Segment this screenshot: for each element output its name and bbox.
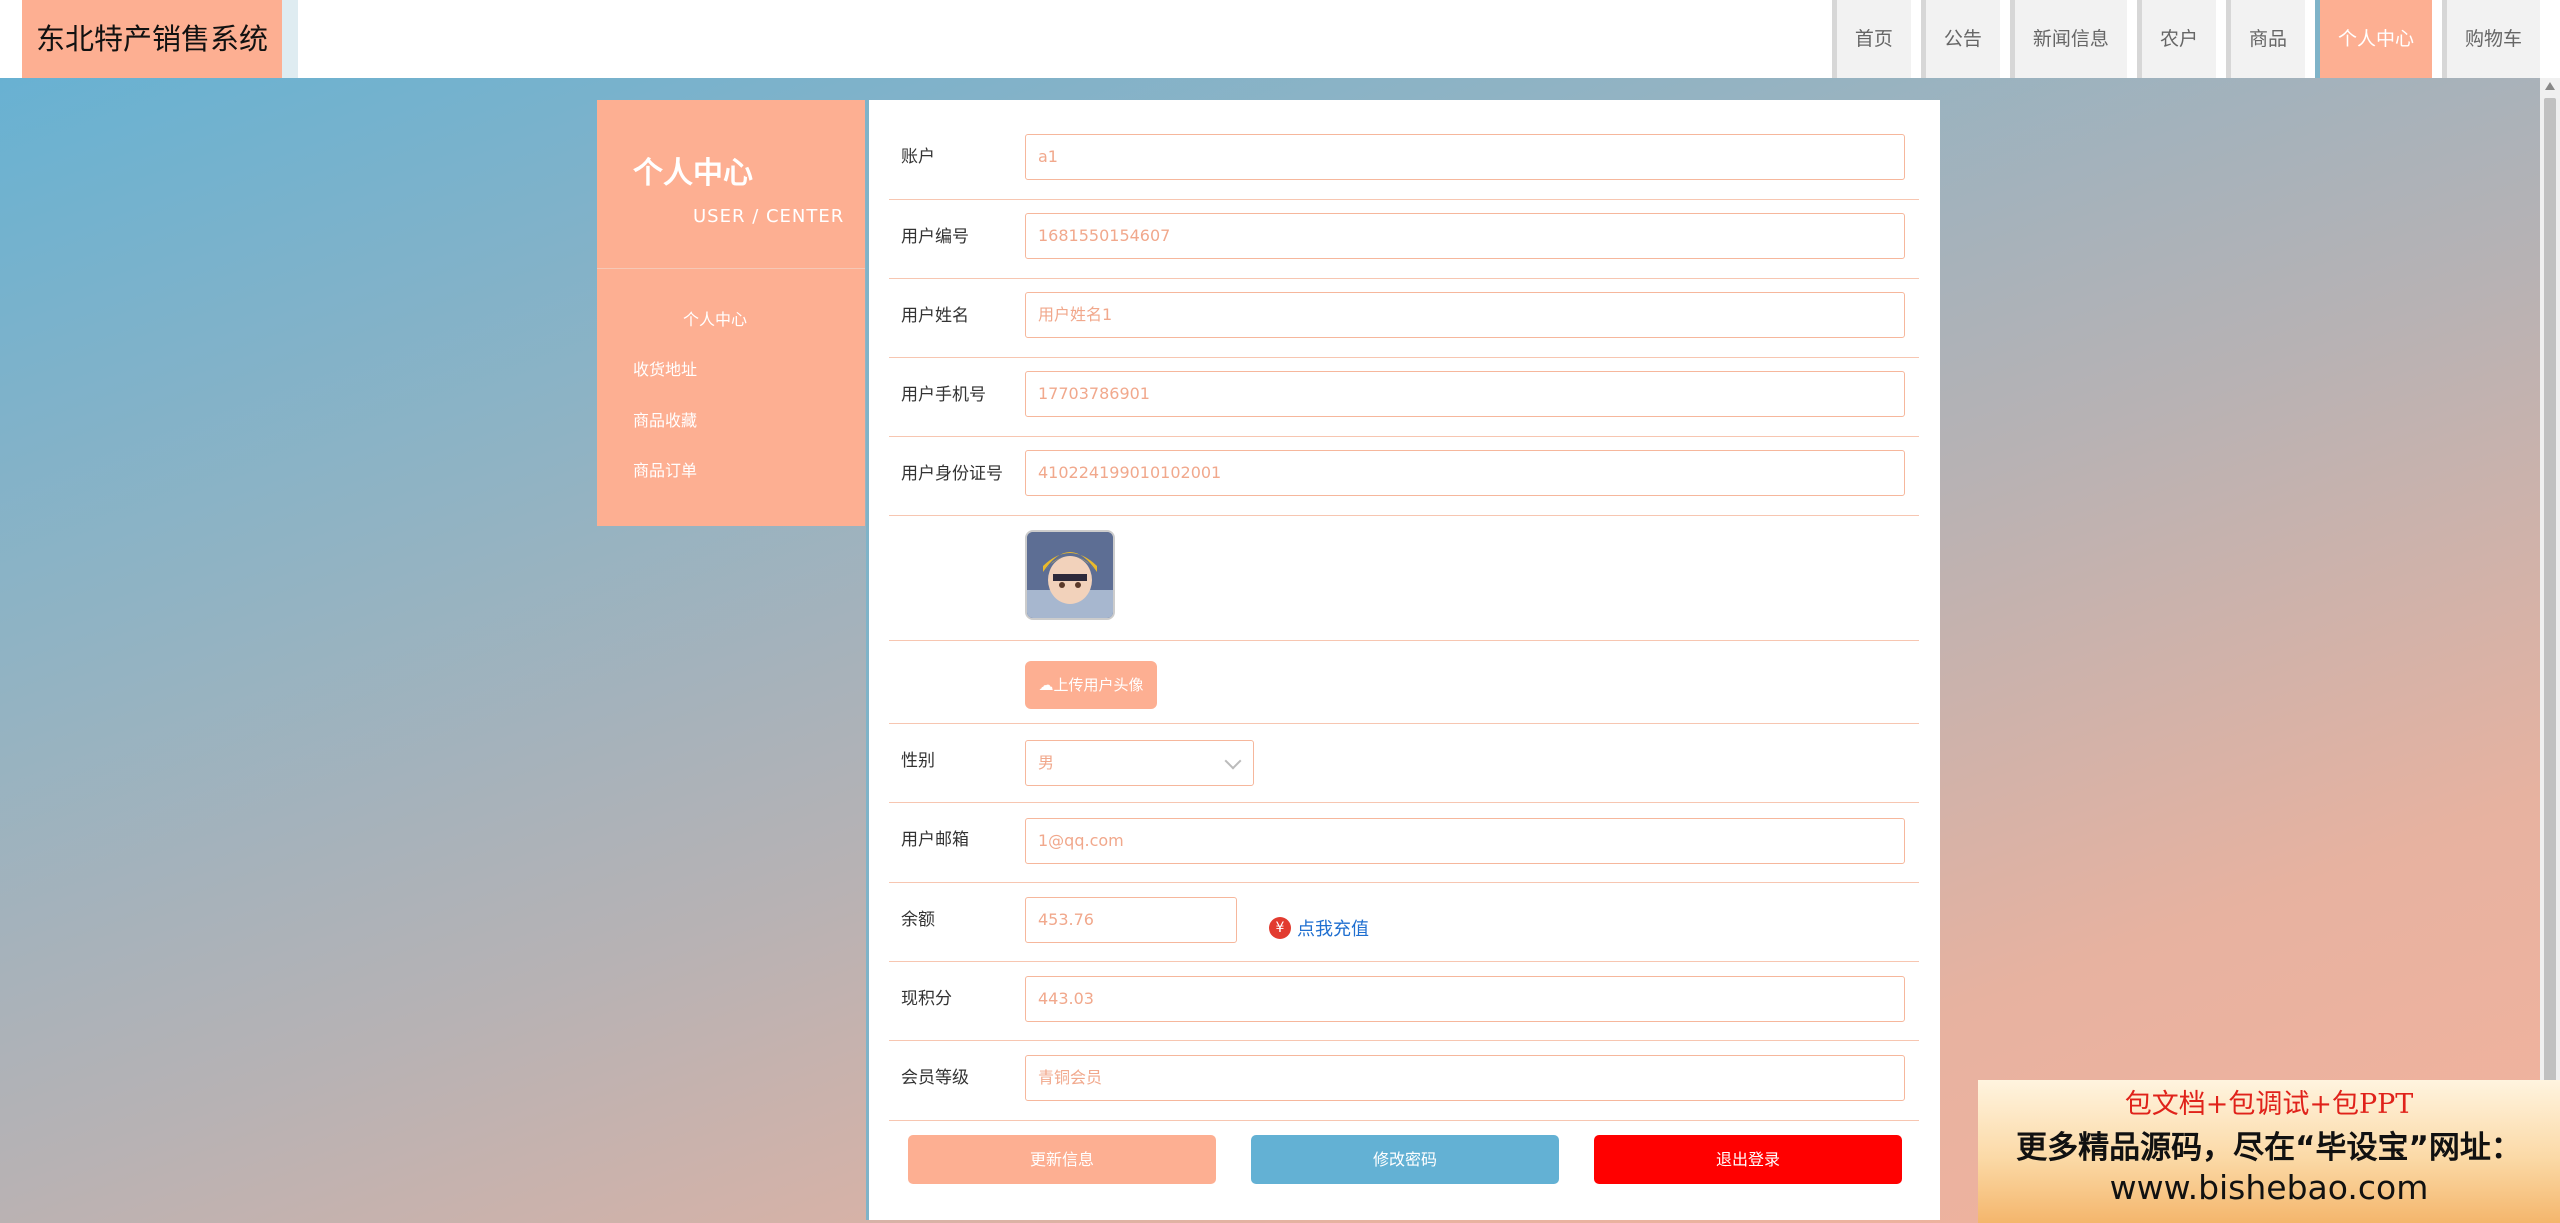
brand-divider (282, 0, 298, 78)
user-avatar (1025, 530, 1115, 620)
gender-value: 男 (1038, 753, 1055, 772)
form-row-balance: 余额 453.76 ¥ 点我充值 (889, 883, 1919, 962)
level-label: 会员等级 (901, 1068, 969, 1088)
avatar-image (1027, 532, 1113, 618)
user-no-label: 用户编号 (901, 227, 969, 247)
form-row-avatar (889, 516, 1919, 641)
page-scrollbar[interactable] (2540, 78, 2560, 1223)
upload-avatar-button[interactable]: ☁上传用户头像 (1025, 661, 1157, 709)
sidebar-divider (597, 268, 865, 269)
account-label: 账户 (901, 147, 935, 167)
nav-goods[interactable]: 商品 (2225, 0, 2305, 78)
form-row-email: 用户邮箱 1@qq.com (889, 803, 1919, 883)
user-sidebar: 个人中心 USER / CENTER 个人中心 收货地址 商品收藏 商品订单 (597, 100, 865, 526)
user-name-label: 用户姓名 (901, 306, 969, 326)
ad-line-services: 包文档+包调试+包PPT (2124, 1089, 2414, 1120)
nav-news[interactable]: 新闻信息 (2009, 0, 2127, 78)
ad-line-promo: 更多精品源码，尽在“毕设宝”网址： (2016, 1130, 2522, 1166)
id-card-label: 用户身份证号 (901, 464, 1003, 484)
user-name-field[interactable]: 用户姓名1 (1025, 292, 1905, 338)
site-brand[interactable]: 东北特产销售系统 (22, 0, 282, 78)
form-row-level: 会员等级 青铜会员 (889, 1041, 1919, 1121)
ad-line-url: www.bishebao.com (2109, 1168, 2429, 1207)
form-row-user-no: 用户编号 1681550154607 (889, 200, 1919, 279)
recharge-link[interactable]: ¥ 点我充值 (1269, 915, 1369, 941)
yen-icon: ¥ (1269, 917, 1291, 939)
gender-select[interactable]: 男 (1025, 740, 1254, 786)
nav-notice[interactable]: 公告 (1920, 0, 2000, 78)
nav-farmer[interactable]: 农户 (2136, 0, 2216, 78)
form-row-upload: ☁上传用户头像 (889, 641, 1919, 724)
form-row-account: 账户 a1 (889, 120, 1919, 200)
account-field[interactable]: a1 (1025, 134, 1905, 180)
form-row-user-name: 用户姓名 用户姓名1 (889, 279, 1919, 358)
cloud-upload-icon: ☁ (1038, 676, 1054, 694)
update-info-button[interactable]: 更新信息 (908, 1135, 1216, 1184)
chevron-down-icon (1224, 752, 1242, 770)
nav-home[interactable]: 首页 (1831, 0, 1911, 78)
ad-banner[interactable]: 包文档+包调试+包PPT 更多精品源码，尽在“毕设宝”网址： www.bishe… (1978, 1080, 2560, 1223)
form-row-points: 现积分 443.03 (889, 962, 1919, 1041)
sidebar-subtitle: USER / CENTER (693, 206, 845, 227)
sidebar-item-user-center[interactable]: 个人中心 (683, 306, 747, 330)
email-label: 用户邮箱 (901, 830, 969, 850)
sidebar-item-orders[interactable]: 商品订单 (633, 457, 697, 481)
scroll-thumb[interactable] (2544, 98, 2556, 1098)
form-row-id-card: 用户身份证号 410224199010102001 (889, 437, 1919, 516)
sidebar-item-address[interactable]: 收货地址 (633, 356, 697, 380)
phone-field[interactable]: 17703786901 (1025, 371, 1905, 417)
sidebar-title: 个人中心 (633, 156, 753, 191)
nav-user-center[interactable]: 个人中心 (2314, 0, 2432, 78)
logout-button[interactable]: 退出登录 (1594, 1135, 1902, 1184)
balance-field[interactable]: 453.76 (1025, 897, 1237, 943)
email-field[interactable]: 1@qq.com (1025, 818, 1905, 864)
id-card-field[interactable]: 410224199010102001 (1025, 450, 1905, 496)
top-navbar: 东北特产销售系统 首页 公告 新闻信息 农户 商品 个人中心 购物车 (0, 0, 2560, 78)
nav-cart[interactable]: 购物车 (2441, 0, 2540, 78)
scroll-up-arrow-icon[interactable] (2545, 82, 2555, 90)
form-row-gender: 性别 男 (889, 724, 1919, 803)
profile-form-panel: 账户 a1 用户编号 1681550154607 用户姓名 用户姓名1 用户手机… (866, 100, 1940, 1220)
points-label: 现积分 (901, 989, 952, 1009)
change-password-button[interactable]: 修改密码 (1251, 1135, 1559, 1184)
balance-label: 余额 (901, 910, 935, 930)
points-field[interactable]: 443.03 (1025, 976, 1905, 1022)
recharge-label: 点我充值 (1297, 919, 1369, 940)
main-nav: 首页 公告 新闻信息 农户 商品 个人中心 购物车 (1831, 0, 2540, 78)
user-no-field[interactable]: 1681550154607 (1025, 213, 1905, 259)
phone-label: 用户手机号 (901, 385, 986, 405)
sidebar-item-favorites[interactable]: 商品收藏 (633, 407, 697, 431)
level-field[interactable]: 青铜会员 (1025, 1055, 1905, 1101)
gender-label: 性别 (901, 751, 935, 771)
form-row-phone: 用户手机号 17703786901 (889, 358, 1919, 437)
upload-avatar-label: 上传用户头像 (1053, 676, 1144, 694)
